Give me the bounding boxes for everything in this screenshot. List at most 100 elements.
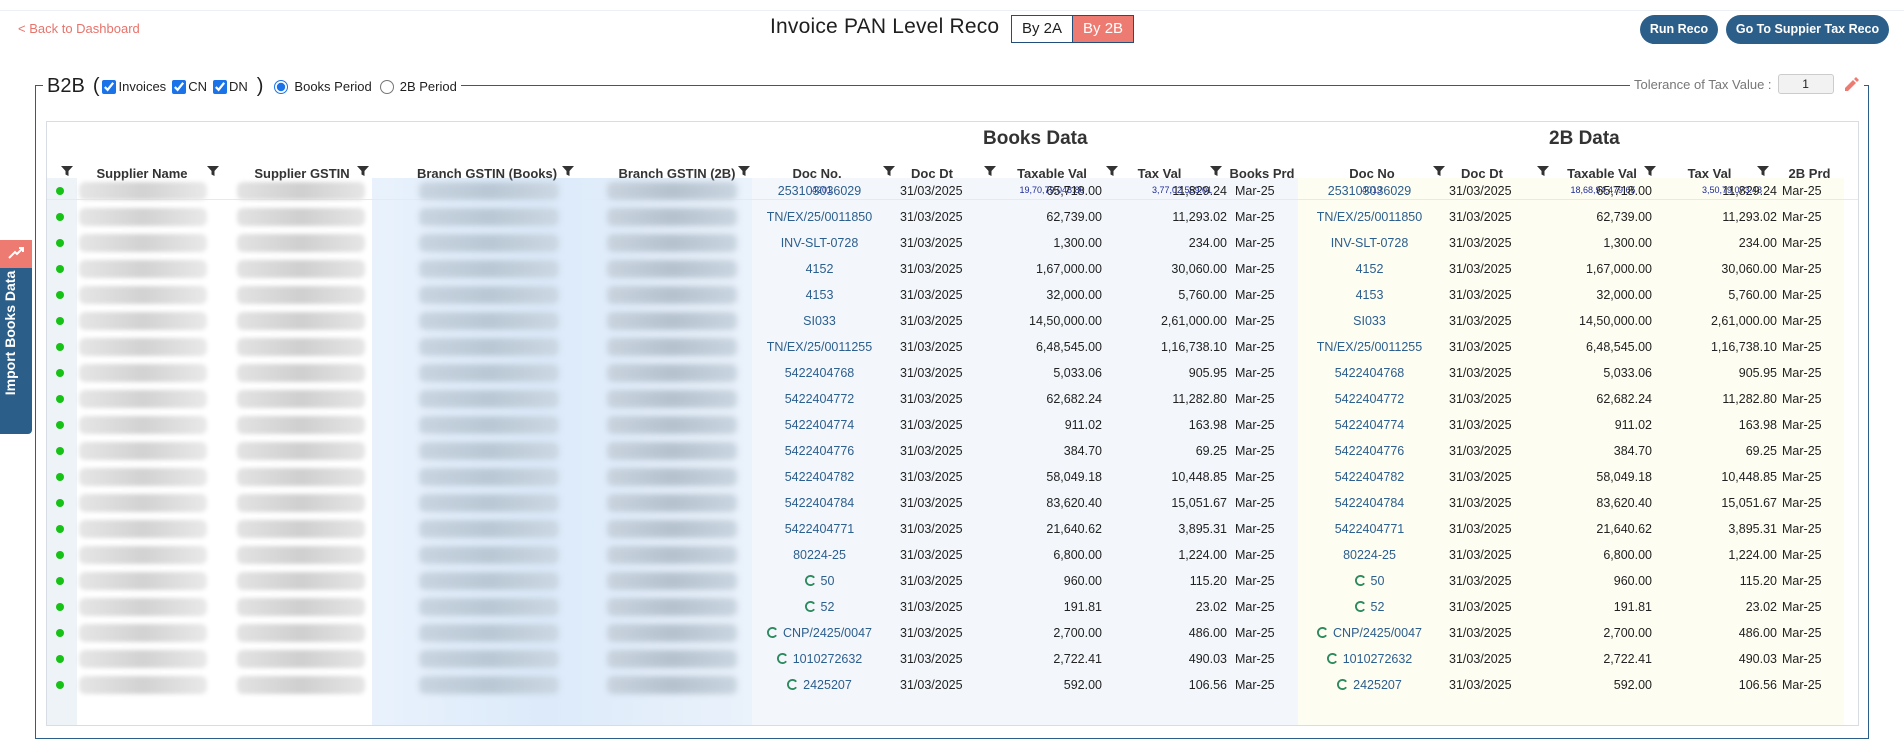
2b-doc-link[interactable]: SI033 (1353, 314, 1386, 328)
2b-doc-no-cell[interactable]: 80224-25 (1307, 542, 1432, 568)
2b-doc-link[interactable]: 80224-25 (1343, 548, 1396, 562)
2b-doc-link[interactable]: 5422404772 (1335, 392, 1405, 406)
2b-doc-no-cell[interactable]: 5422404774 (1307, 412, 1432, 438)
filter-icon[interactable] (1537, 165, 1549, 177)
2b-doc-no-cell[interactable]: 2425207 (1307, 672, 1432, 698)
2b-doc-no-cell[interactable]: INV-SLT-0728 (1307, 230, 1432, 256)
2b-doc-link[interactable]: 4152 (1356, 262, 1384, 276)
2b-doc-link[interactable]: 253103036029 (1328, 184, 1411, 198)
2b-doc-link[interactable]: 5422404784 (1335, 496, 1405, 510)
filter-icon[interactable] (984, 165, 996, 177)
books-doc-link[interactable]: 50 (821, 574, 835, 588)
books-doc-no-cell[interactable]: 253103036029 (757, 178, 882, 204)
2b-doc-no-cell[interactable]: 5422404784 (1307, 490, 1432, 516)
table-row[interactable]: 5422404782 31/03/2025 58,049.18 10,448.85 Ma… (47, 464, 1858, 490)
books-doc-no-cell[interactable]: 50 (757, 568, 882, 594)
2b-doc-link[interactable]: 50 (1371, 574, 1385, 588)
books-doc-link[interactable]: 80224-25 (793, 548, 846, 562)
import-books-data-tab[interactable]: Import Books Data (0, 240, 32, 434)
filter-icon[interactable] (1644, 165, 1656, 177)
books-doc-no-cell[interactable]: 4153 (757, 282, 882, 308)
table-row[interactable]: 5422404771 31/03/2025 21,640.62 3,895.31 Mar… (47, 516, 1858, 542)
2b-doc-no-cell[interactable]: 4152 (1307, 256, 1432, 282)
filter-icon[interactable] (1433, 165, 1445, 177)
2b-doc-link[interactable]: INV-SLT-0728 (1331, 236, 1409, 250)
filter-icon[interactable] (207, 165, 219, 177)
table-row[interactable]: INV-SLT-0728 31/03/2025 1,300.00 234.00 Mar-… (47, 230, 1858, 256)
filter-icon[interactable] (562, 165, 574, 177)
books-doc-no-cell[interactable]: INV-SLT-0728 (757, 230, 882, 256)
table-row[interactable]: 50 31/03/2025 960.00 115.20 Mar-25 50 31/03/20… (47, 568, 1858, 594)
books-doc-no-cell[interactable]: 52 (757, 594, 882, 620)
books-doc-link[interactable]: 4152 (806, 262, 834, 276)
2b-doc-no-cell[interactable]: TN/EX/25/0011850 (1307, 204, 1432, 230)
filter-icon[interactable] (1210, 165, 1222, 177)
by-2a-button[interactable]: By 2A (1011, 15, 1074, 43)
books-doc-no-cell[interactable]: 5422404774 (757, 412, 882, 438)
2b-doc-no-cell[interactable]: 5422404771 (1307, 516, 1432, 542)
2b-doc-link[interactable]: CNP/2425/0047 (1333, 626, 1422, 640)
pencil-icon[interactable] (1842, 75, 1860, 93)
books-doc-link[interactable]: 5422404772 (785, 392, 855, 406)
books-doc-link[interactable]: 52 (821, 600, 835, 614)
books-doc-link[interactable]: 1010272632 (793, 652, 863, 666)
filter-icon[interactable] (357, 165, 369, 177)
table-row[interactable]: 1010272632 31/03/2025 2,722.41 490.03 Mar-25… (47, 646, 1858, 672)
2b-doc-link[interactable]: 2425207 (1353, 678, 1402, 692)
2b-doc-link[interactable]: 1010272632 (1343, 652, 1413, 666)
filter-icon[interactable] (1757, 165, 1769, 177)
filter-icon[interactable] (61, 165, 73, 177)
books-doc-no-cell[interactable]: 5422404784 (757, 490, 882, 516)
books-doc-no-cell[interactable]: SI033 (757, 308, 882, 334)
2b-doc-link[interactable]: TN/EX/25/0011255 (1317, 340, 1422, 354)
books-doc-no-cell[interactable]: 5422404776 (757, 438, 882, 464)
table-row[interactable]: 5422404776 31/03/2025 384.70 69.25 Mar-25 542… (47, 438, 1858, 464)
tolerance-input[interactable]: 1 (1777, 74, 1834, 94)
filter-icon[interactable] (883, 165, 895, 177)
table-row[interactable]: CNP/2425/0047 31/03/2025 2,700.00 486.00 Mar… (47, 620, 1858, 646)
table-row[interactable]: 2425207 31/03/2025 592.00 106.56 Mar-25 24252… (47, 672, 1858, 698)
2b-doc-no-cell[interactable]: 4153 (1307, 282, 1432, 308)
table-row[interactable]: SI033 31/03/2025 14,50,000.00 2,61,000.00 Ma… (47, 308, 1858, 334)
books-doc-no-cell[interactable]: 80224-25 (757, 542, 882, 568)
filter-icon[interactable] (738, 165, 750, 177)
2b-doc-link[interactable]: 5422404771 (1335, 522, 1405, 536)
2b-doc-no-cell[interactable]: 52 (1307, 594, 1432, 620)
2b-doc-link[interactable]: 5422404776 (1335, 444, 1405, 458)
2b-doc-no-cell[interactable]: 5422404776 (1307, 438, 1432, 464)
2b-doc-no-cell[interactable]: 50 (1307, 568, 1432, 594)
2b-doc-link[interactable]: 5422404774 (1335, 418, 1405, 432)
books-doc-link[interactable]: 253103036029 (778, 184, 861, 198)
books-doc-link[interactable]: 5422404784 (785, 496, 855, 510)
books-doc-link[interactable]: TN/EX/25/0011850 (767, 210, 872, 224)
table-row[interactable]: 4152 31/03/2025 1,67,000.00 30,060.00 Mar-25… (47, 256, 1858, 282)
by-2b-button[interactable]: By 2B (1073, 15, 1135, 43)
books-doc-no-cell[interactable]: 5422404772 (757, 386, 882, 412)
invoices-checkbox[interactable] (102, 79, 117, 94)
2b-doc-no-cell[interactable]: 253103036029 (1307, 178, 1432, 204)
2b-doc-link[interactable]: 52 (1371, 600, 1385, 614)
books-doc-link[interactable]: INV-SLT-0728 (781, 236, 859, 250)
go-to-supplier-tax-reco-button[interactable]: Go To Suppier Tax Reco (1726, 15, 1889, 44)
2b-doc-no-cell[interactable]: 5422404772 (1307, 386, 1432, 412)
books-doc-link[interactable]: 4153 (806, 288, 834, 302)
books-doc-no-cell[interactable]: TN/EX/25/0011255 (757, 334, 882, 360)
table-row[interactable]: 80224-25 31/03/2025 6,800.00 1,224.00 Mar-25… (47, 542, 1858, 568)
books-doc-link[interactable]: 5422404782 (785, 470, 855, 484)
2b-doc-no-cell[interactable]: CNP/2425/0047 (1307, 620, 1432, 646)
books-doc-no-cell[interactable]: 2425207 (757, 672, 882, 698)
books-doc-no-cell[interactable]: TN/EX/25/0011850 (757, 204, 882, 230)
table-row[interactable]: 4153 31/03/2025 32,000.00 5,760.00 Mar-25 415… (47, 282, 1858, 308)
books-doc-no-cell[interactable]: 5422404771 (757, 516, 882, 542)
2b-doc-link[interactable]: 5422404782 (1335, 470, 1405, 484)
books-doc-no-cell[interactable]: 5422404782 (757, 464, 882, 490)
2b-doc-no-cell[interactable]: SI033 (1307, 308, 1432, 334)
table-row[interactable]: 253103036029 31/03/2025 65,718.00 11,829.24… (47, 178, 1858, 204)
books-doc-link[interactable]: SI033 (803, 314, 836, 328)
books-doc-link[interactable]: 2425207 (803, 678, 852, 692)
2b-doc-no-cell[interactable]: 5422404768 (1307, 360, 1432, 386)
run-reco-button[interactable]: Run Reco (1640, 15, 1718, 44)
filter-icon[interactable] (1106, 165, 1118, 177)
table-row[interactable]: 5422404774 31/03/2025 911.02 163.98 Mar-25 54… (47, 412, 1858, 438)
books-doc-link[interactable]: TN/EX/25/0011255 (767, 340, 872, 354)
